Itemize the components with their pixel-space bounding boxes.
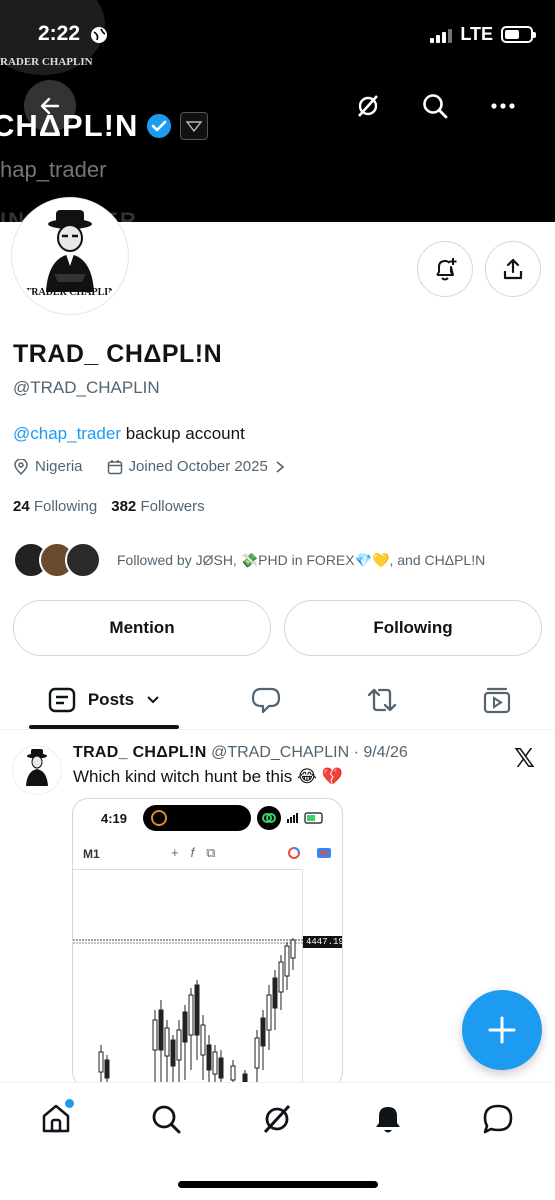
grok-button[interactable] (352, 90, 384, 122)
bottom-navigation (0, 1082, 555, 1200)
trader-figure-icon (26, 749, 48, 786)
profile-bio: @chap_trader backup account (13, 424, 245, 444)
notifications-subscribe-button[interactable] (417, 241, 473, 297)
following-count-link[interactable]: 24 Following (13, 498, 97, 515)
video-icon (483, 687, 511, 714)
profile-tabs: Posts (0, 672, 555, 730)
share-button[interactable] (485, 241, 541, 297)
plus-icon (488, 1016, 516, 1044)
affiliate-badge-icon[interactable] (180, 112, 209, 140)
location-text: Nigeria (35, 458, 83, 475)
share-icon (503, 258, 523, 280)
bio-text: backup account (121, 424, 245, 443)
notification-dot (65, 1099, 74, 1108)
post-author-avatar[interactable] (12, 745, 62, 795)
chevron-right-icon (276, 460, 285, 473)
location-pin-icon (14, 458, 28, 475)
status-right: LTE (430, 24, 536, 45)
globe-icon (91, 27, 107, 43)
bell-icon (376, 1107, 400, 1133)
followed-by-row[interactable]: Followed by JØSH, 💸PHD in FOREX💎💛, and C… (13, 542, 485, 578)
avatar-caption: TRADER CHAPLIN (24, 287, 116, 298)
grok-icon (263, 1104, 291, 1134)
calendar-icon (107, 459, 122, 474)
post-author-name[interactable]: TRAD_ CHΔPL!N (73, 744, 207, 761)
mention-button[interactable]: Mention (13, 600, 271, 656)
bio-mention-link[interactable]: @chap_trader (13, 424, 121, 443)
joined-text[interactable]: Joined October 2025 (129, 458, 268, 475)
search-button[interactable] (419, 90, 451, 122)
media-timeframe: M1 (83, 847, 100, 861)
followers-label: Followers (140, 498, 205, 515)
post-header: TRAD_ CHΔPL!N @TRAD_CHAPLIN · 9/4/26 (73, 744, 408, 762)
verified-icon (147, 114, 172, 138)
following-count: 24 (13, 498, 30, 515)
profile-avatar[interactable]: TRADER CHAPLIN (12, 198, 128, 314)
banner-handle: hap_trader (0, 157, 107, 182)
link-icon (257, 806, 281, 830)
followed-by-text: Followed by JØSH, 💸PHD in FOREX💎💛, and C… (117, 551, 486, 568)
media-status-time: 4:19 (101, 811, 128, 826)
display-name: TRAD_ CHΔPL!N (13, 340, 223, 368)
battery-icon (501, 26, 536, 43)
media-price-label: 4447.19 (303, 936, 342, 948)
dynamic-island (143, 805, 251, 831)
more-button[interactable] (487, 90, 519, 122)
repost-icon (367, 688, 397, 712)
nav-search[interactable] (146, 1099, 186, 1139)
media-candlestick-chart (73, 869, 303, 1087)
bell-plus-icon (436, 258, 457, 281)
home-indicator (178, 1181, 378, 1188)
tab-active-indicator (29, 725, 179, 729)
following-button[interactable]: Following (284, 600, 542, 656)
search-icon (423, 94, 448, 119)
followers-count-link[interactable]: 382 Followers (111, 498, 204, 515)
avatar (65, 542, 101, 578)
media-chart-tools: + f ⧉ (171, 845, 216, 860)
reply-bubble-icon (251, 687, 281, 714)
compose-post-button[interactable] (462, 990, 542, 1070)
search-icon (152, 1105, 181, 1134)
banner-ghost-caption: RADER CHAPLIN (0, 56, 93, 68)
media-chart-icons (288, 847, 331, 859)
post-media-image[interactable]: 4:19 M1 + f ⧉ 4447.19 (72, 798, 343, 1088)
tab-posts[interactable]: Posts (29, 672, 179, 729)
tab-reposts[interactable] (362, 672, 402, 728)
nav-notifications[interactable] (368, 1099, 408, 1139)
banner-name: CHΔPL!N (0, 108, 139, 143)
chevron-down-icon (147, 696, 159, 704)
followers-count: 382 (111, 498, 137, 515)
x-logo-icon: 𝕏 (514, 744, 535, 774)
status-time: 2:22 (38, 22, 81, 45)
posts-icon (48, 687, 76, 713)
profile-meta: Nigeria Joined October 2025 (13, 458, 286, 475)
following-label: Following (33, 498, 98, 515)
nav-home[interactable] (36, 1099, 76, 1139)
banner-name-row: CHΔPL!N (0, 108, 209, 144)
grok-icon (358, 95, 378, 117)
followed-by-avatars (13, 542, 101, 578)
post-text: Which kind witch hunt be this 😂 💔 (73, 767, 343, 786)
follow-counts: 24 Following 382 Followers (13, 498, 205, 515)
network-label: LTE (460, 24, 493, 44)
tab-media[interactable] (477, 672, 517, 728)
nav-grok[interactable] (257, 1099, 297, 1139)
more-dots-icon (491, 103, 515, 109)
signal-icon (430, 27, 453, 43)
nav-chat[interactable] (478, 1099, 518, 1139)
post-meta: @TRAD_CHAPLIN · 9/4/26 (206, 744, 408, 761)
tab-posts-label: Posts (87, 690, 135, 709)
tab-replies[interactable] (246, 672, 286, 728)
profile-handle: @TRAD_CHAPLIN (13, 378, 160, 397)
profile-banner[interactable]: RADER CHAPLIN 2:22 LTE CHΔPL!N hap_trade… (0, 0, 555, 222)
media-status-icons (287, 812, 323, 824)
chat-bubble-icon (483, 1104, 513, 1134)
